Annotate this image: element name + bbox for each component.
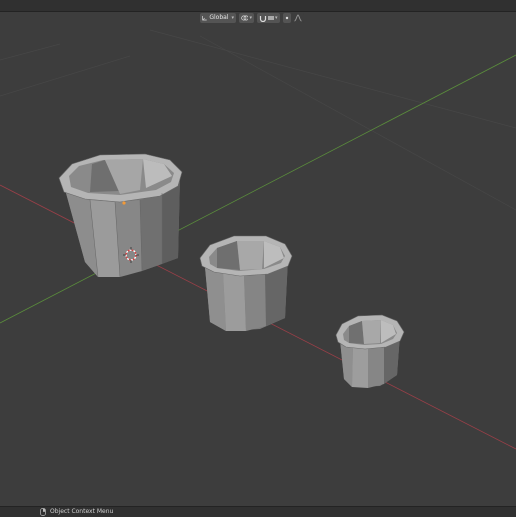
falloff-curve-icon: [294, 14, 302, 22]
object-origin: [122, 201, 126, 205]
window-header: [0, 0, 516, 12]
pivot-point-dropdown[interactable]: ▾: [239, 13, 254, 23]
status-bar: Object Context Menu: [0, 506, 516, 517]
viewport-header: Global ▾ ▾ ▾: [0, 12, 516, 24]
falloff-dropdown[interactable]: [292, 13, 304, 23]
status-hint-text: Object Context Menu: [50, 508, 114, 515]
mouse-right-click-icon: [40, 508, 46, 516]
pot-small[interactable]: [335, 314, 405, 388]
proportional-editing-toggle[interactable]: [283, 13, 291, 23]
snap-target-icon: [268, 16, 274, 20]
3d-viewport[interactable]: [0, 24, 516, 506]
pot-large[interactable]: [58, 153, 183, 278]
chevron-down-icon: ▾: [231, 15, 234, 21]
snap-icon: [259, 16, 267, 22]
pivot-point-icon: [241, 15, 249, 21]
snap-toggle[interactable]: ▾: [257, 13, 280, 23]
proportional-editing-icon: [285, 16, 289, 20]
transform-orientation-dropdown[interactable]: Global ▾: [200, 13, 236, 23]
chevron-down-icon: ▾: [249, 15, 252, 21]
transform-orientation-icon: [202, 15, 207, 21]
chevron-down-icon: ▾: [275, 15, 278, 21]
transform-orientation-label: Global: [209, 14, 229, 21]
pot-medium[interactable]: [199, 235, 293, 331]
